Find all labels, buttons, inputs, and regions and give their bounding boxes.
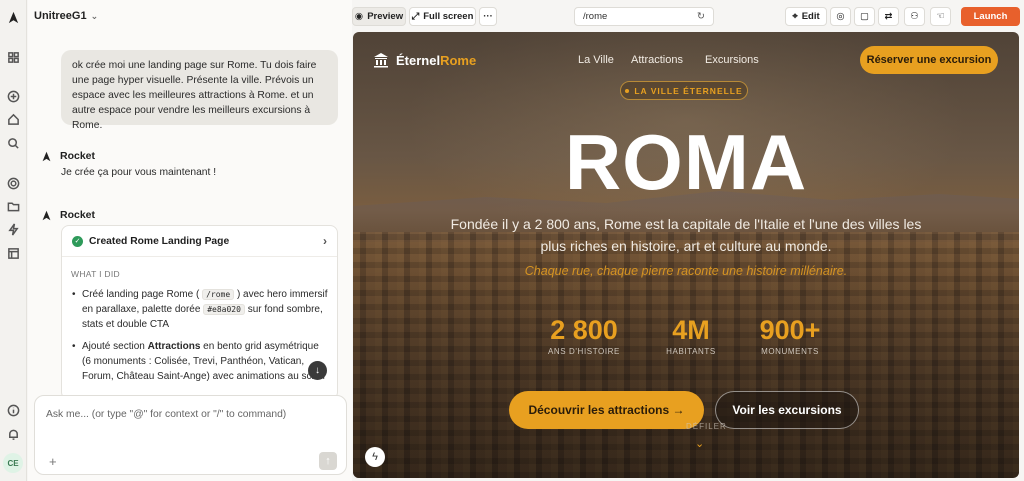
nav-link-excursions[interactable]: Excursions [705, 54, 759, 66]
task-card-title: Created Rome Landing Page [89, 235, 230, 247]
url-text[interactable]: /rome [583, 11, 607, 22]
nav-link-attractions[interactable]: Attractions [631, 54, 683, 66]
shuffle-icon[interactable]: ⇄ [878, 7, 899, 26]
agent-header: Rocket [40, 150, 95, 162]
lightning-icon[interactable] [6, 222, 20, 236]
hero-subtitle: Fondée il y a 2 800 ans, Rome est la cap… [450, 216, 922, 254]
edit-cursor-icon: ⌖ [792, 11, 798, 22]
rocket-logo-icon[interactable] [6, 10, 20, 24]
icon-rail: CE [0, 0, 27, 481]
brand-text: Éternel [396, 52, 441, 68]
user-message: ok crée moi une landing page sur Rome. T… [61, 50, 338, 131]
see-excursions-button[interactable]: Voir les excursions [715, 391, 859, 429]
rocket-logo-icon [40, 209, 52, 221]
rocket-logo-icon [40, 150, 52, 162]
section-label: WHAT I DID [71, 269, 120, 279]
nav-link-ville[interactable]: La Ville [578, 54, 614, 66]
lightning-icon[interactable]: ϟ [365, 447, 385, 467]
list-item: Créé landing page Rome ( /rome ) avec he… [70, 287, 329, 332]
camera-icon[interactable]: ◎ [830, 7, 851, 26]
attach-plus-icon[interactable]: + [49, 454, 57, 469]
workspace-selector[interactable]: UnitreeG1 ⌄ [34, 10, 98, 22]
more-button[interactable]: ··· [479, 7, 497, 26]
agent-name: Rocket [60, 209, 96, 221]
edit-button[interactable]: ⌖ Edit [785, 7, 827, 26]
launch-button[interactable]: Launch [961, 7, 1020, 26]
site-preview: ÉternelRome La Ville Attractions Excursi… [353, 32, 1019, 478]
chevron-down-icon: ⌄ [90, 10, 99, 21]
brand-accent-text: Rome [440, 52, 477, 68]
task-card: ✓ Created Rome Landing Page › WHAT I DID… [61, 225, 338, 400]
agent-header: Rocket [40, 209, 95, 221]
send-button[interactable]: ↑ [319, 452, 337, 470]
url-bar[interactable]: /rome ↻ [574, 7, 714, 26]
tagline-badge: LA VILLE ÉTERNELLE [620, 81, 748, 100]
stat-monuments: 900+ MONUMENTS [759, 315, 821, 356]
chat-bubbles-icon[interactable]: ▢ [854, 7, 875, 26]
task-card-header[interactable]: ✓ Created Rome Landing Page › [62, 226, 337, 257]
preview-tab[interactable]: ◉ Preview [352, 7, 406, 26]
scroll-hint: DÉFILER [686, 422, 727, 431]
agent-name: Rocket [60, 150, 96, 162]
avatar[interactable]: CE [3, 453, 23, 473]
grid-icon[interactable] [6, 50, 20, 64]
code-color: #e8a020 [203, 304, 245, 315]
new-chat-plus-icon[interactable] [6, 89, 20, 103]
eye-icon: ◉ [354, 11, 364, 22]
hero-title: ROMA [564, 118, 808, 206]
fullscreen-button[interactable]: ⤢ Full screen [409, 7, 476, 26]
target-icon[interactable] [6, 176, 20, 190]
layout-icon[interactable] [6, 246, 20, 260]
code-route: /rome [202, 289, 235, 300]
temple-icon [374, 53, 388, 68]
check-circle-icon: ✓ [72, 235, 83, 247]
scroll-down-button[interactable]: ↓ [308, 361, 327, 380]
pointer-icon[interactable]: ☜ [930, 7, 951, 26]
composer-input[interactable]: Ask me... (or type "@" for context or "/… [46, 409, 286, 420]
chevron-right-icon: › [323, 234, 327, 248]
discover-attractions-button[interactable]: Découvrir les attractions → [509, 391, 704, 429]
search-icon[interactable] [6, 136, 20, 150]
stat-history: 2 800 ANS D'HISTOIRE [547, 315, 620, 356]
list-item: Ajouté section Attractions en bento grid… [70, 339, 329, 384]
workspace-name: UnitreeG1 [34, 10, 87, 22]
reserve-button[interactable]: Réserver une excursion [860, 46, 998, 74]
add-user-icon[interactable]: ⚇ [904, 7, 925, 26]
refresh-icon[interactable]: ↻ [697, 11, 705, 22]
summary-list: Créé landing page Rome ( /rome ) avec he… [70, 287, 329, 384]
agent-reply: Je crée ça pour vous maintenant ! [61, 167, 217, 178]
site-logo[interactable]: ÉternelRome [373, 52, 476, 68]
chevron-down-icon: ⌄ [695, 438, 705, 450]
hero-tagline: Chaque rue, chaque pierre raconte une hi… [524, 264, 848, 278]
home-icon[interactable] [6, 112, 20, 126]
expand-icon: ⤢ [411, 11, 420, 22]
bell-icon[interactable] [6, 427, 20, 441]
chat-composer[interactable]: Ask me... (or type "@" for context or "/… [34, 395, 347, 475]
info-icon[interactable] [6, 403, 20, 417]
folder-icon[interactable] [6, 199, 20, 213]
